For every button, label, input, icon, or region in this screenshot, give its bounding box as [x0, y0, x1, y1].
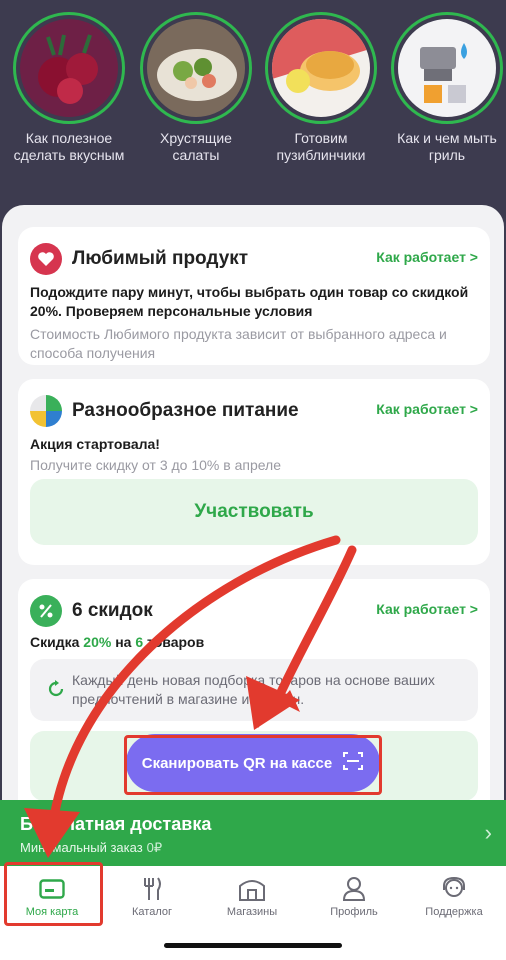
tab-support[interactable]: Поддержка: [404, 872, 504, 918]
card-message: Акция стартовала!: [30, 436, 160, 452]
daily-selection-text: Каждый день новая подборка товаров на ос…: [72, 672, 435, 707]
profile-icon: [304, 872, 404, 906]
how-it-works-link[interactable]: Как работает >: [376, 249, 478, 265]
store-icon: [202, 872, 302, 906]
story-healthy-tasty[interactable]: Как полезное сделать вкусным: [10, 12, 128, 164]
heart-icon: [30, 243, 62, 275]
tab-stores[interactable]: Магазины: [202, 872, 302, 918]
card-title: Любимый продукт: [72, 248, 249, 269]
discount-mid: на: [115, 634, 132, 650]
scan-frame-icon: [342, 751, 364, 775]
percent-icon: [30, 595, 62, 627]
discount-summary: Скидка 20% на 6 товаров: [30, 633, 204, 652]
beet-icon: [20, 19, 118, 117]
story-label: Хрустящие салаты: [160, 130, 232, 163]
delivery-min-label: Минимальный заказ: [20, 840, 143, 855]
salad-icon: [147, 19, 245, 117]
home-indicator: [164, 943, 342, 948]
cutlery-icon: [102, 872, 202, 906]
story-grill[interactable]: Как и чем мыть гриль: [388, 12, 506, 164]
tab-label: Магазины: [226, 906, 278, 918]
scan-qr-button[interactable]: Сканировать QR на кассе: [126, 734, 380, 792]
story-pancakes[interactable]: Готовим пузиблинчики: [262, 12, 380, 164]
delivery-min-value: 0₽: [146, 840, 163, 855]
discount-suffix: товаров: [147, 634, 205, 650]
delivery-subtitle: Минимальный заказ 0₽: [20, 840, 162, 856]
chevron-right-icon: ›: [484, 820, 492, 845]
discount-prefix: Скидка: [30, 634, 80, 650]
pancakes-icon: [272, 19, 370, 117]
discount-value: 20%: [83, 634, 112, 650]
card-message: Подождите пару минут, чтобы выбрать один…: [30, 284, 469, 319]
card-title: Разнообразное питание: [72, 400, 299, 421]
card-title: 6 скидок: [72, 600, 153, 621]
participate-button[interactable]: Участвовать: [30, 479, 478, 545]
how-it-works-link[interactable]: Как работает >: [376, 401, 478, 417]
refresh-icon: [46, 679, 66, 704]
favorite-product-card[interactable]: Любимый продукт Как работает > Подождите…: [18, 227, 490, 365]
discount-count: 6: [135, 634, 144, 650]
diverse-nutrition-card[interactable]: Разнообразное питание Как работает > Акц…: [18, 379, 490, 565]
grill-icon: [398, 19, 496, 117]
tab-label: Каталог: [132, 906, 172, 918]
daily-selection-info: Каждый день новая подборка товаров на ос…: [30, 659, 478, 721]
story-salads[interactable]: Хрустящие салаты: [137, 12, 255, 164]
story-label: Готовим пузиблинчики: [276, 130, 366, 163]
tab-my-card[interactable]: Моя карта: [2, 872, 102, 918]
delivery-title: Бесплатная доставка: [20, 814, 212, 834]
card-icon: [2, 872, 102, 906]
stories-strip: Как полезное сделать вкусным Хрустящие с…: [0, 0, 506, 215]
story-label: Как полезное сделать вкусным: [13, 130, 125, 163]
tab-label: Поддержка: [425, 906, 483, 918]
support-icon: [404, 872, 504, 906]
tab-catalog[interactable]: Каталог: [102, 872, 202, 918]
tab-label: Профиль: [330, 906, 378, 918]
tab-profile[interactable]: Профиль: [304, 872, 404, 918]
scan-qr-label: Сканировать QR на кассе: [141, 754, 333, 772]
card-note: Стоимость Любимого продукта зависит от в…: [30, 326, 447, 361]
story-label: Как и чем мыть гриль: [397, 130, 497, 163]
how-it-works-link[interactable]: Как работает >: [376, 601, 478, 617]
card-note: Получите скидку от 3 до 10% в апреле: [30, 457, 282, 473]
tab-label: Моя карта: [25, 906, 79, 918]
food-mix-icon: [30, 395, 62, 427]
free-delivery-banner[interactable]: Бесплатная доставка Минимальный заказ 0₽ …: [0, 800, 506, 866]
